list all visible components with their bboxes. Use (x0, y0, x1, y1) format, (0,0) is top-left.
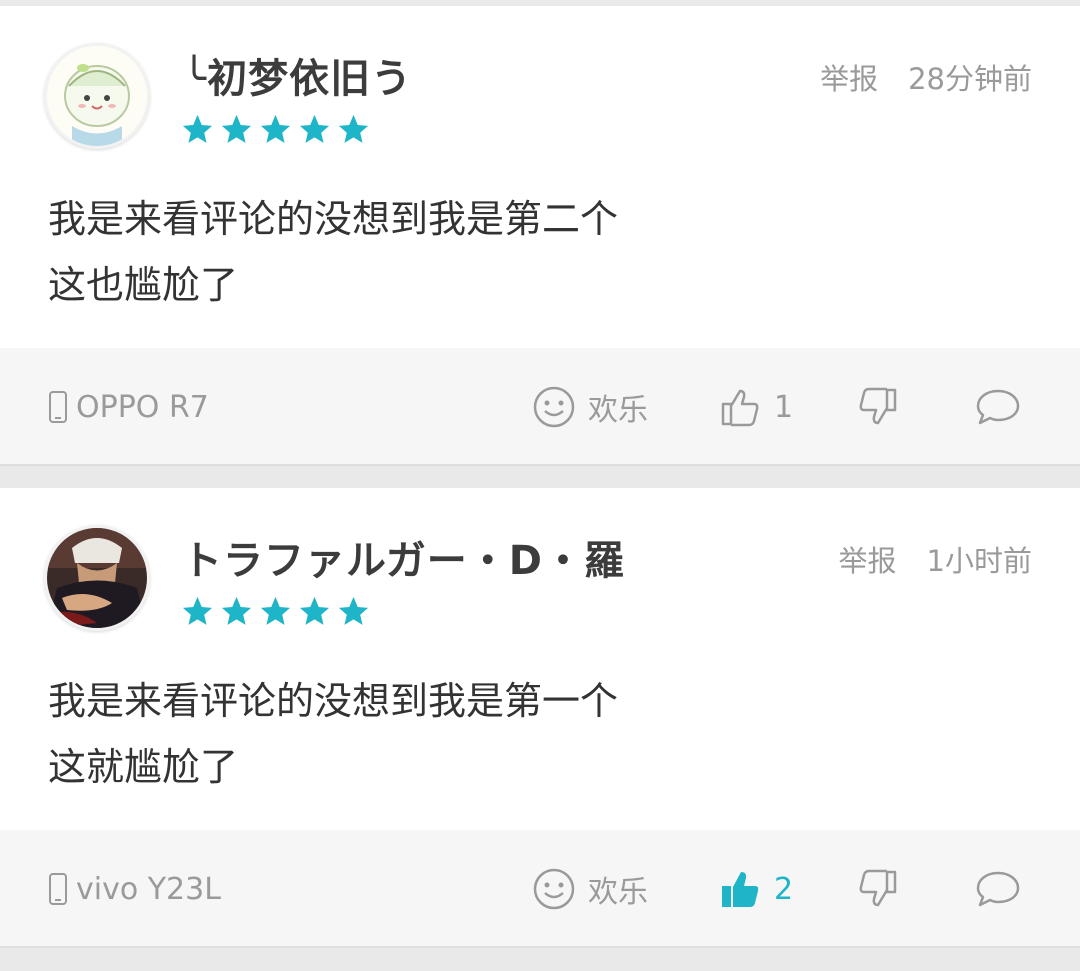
comment-line: 我是来看评论的没想到我是第一个 (48, 679, 619, 723)
username[interactable]: ╰初梦依旧う (182, 46, 412, 104)
comment-action-bar: vivo Y23L 欢乐 2 (0, 830, 1080, 948)
like-button[interactable]: 1 (718, 348, 793, 466)
comment-line: 这就尴尬了 (48, 745, 239, 789)
mood-tag[interactable]: 欢乐 (532, 348, 648, 466)
comment-timestamp: 28分钟前 (908, 62, 1032, 96)
cartoon-avatar-icon (47, 46, 147, 146)
comment-content: 我是来看评论的没想到我是第一个 这就尴尬了 (48, 668, 1008, 800)
device-name: OPPO R7 (76, 389, 209, 425)
thumbs-down-icon (859, 387, 897, 425)
report-button[interactable]: 举报 (820, 56, 878, 98)
thumbs-down-icon (859, 869, 897, 907)
mood-tag[interactable]: 欢乐 (532, 830, 648, 948)
star-icon (221, 596, 252, 625)
star-icon (338, 114, 369, 143)
reply-button[interactable] (975, 348, 1021, 466)
dislike-button[interactable] (856, 830, 900, 948)
phone-icon (49, 873, 67, 905)
speech-bubble-icon (976, 389, 1020, 425)
star-icon (260, 114, 291, 143)
mood-label: 欢乐 (588, 393, 648, 428)
like-button[interactable]: 2 (718, 830, 793, 948)
comment-card: トラファルガー・D・羅 举报 1小时前 我是来看评论的没想到我是第一个 这就尴尬… (0, 488, 1080, 948)
comment-card: ╰初梦依旧う 举报 28分钟前 我是来看评论的没想到我是第二个 这也尴尬了 OP… (0, 6, 1080, 466)
star-icon (182, 114, 213, 143)
star-icon (182, 596, 213, 625)
comment-timestamp: 1小时前 (926, 544, 1032, 578)
smiley-icon (533, 868, 575, 910)
anime-character-avatar-icon (47, 528, 147, 628)
star-icon (221, 114, 252, 143)
rating-stars (180, 112, 371, 147)
username[interactable]: トラファルガー・D・羅 (182, 528, 625, 586)
comment-line: 我是来看评论的没想到我是第二个 (48, 197, 619, 241)
user-avatar[interactable] (44, 525, 150, 631)
device-info: OPPO R7 (48, 348, 209, 466)
comment-meta: 举报 1小时前 (839, 538, 1032, 580)
smiley-icon (533, 386, 575, 428)
mood-label: 欢乐 (588, 875, 648, 910)
like-count: 1 (774, 389, 794, 425)
comment-action-bar: OPPO R7 欢乐 1 (0, 348, 1080, 466)
star-icon (338, 596, 369, 625)
dislike-button[interactable] (856, 348, 900, 466)
phone-icon (49, 391, 67, 423)
star-icon (260, 596, 291, 625)
device-info: vivo Y23L (48, 830, 221, 948)
speech-bubble-icon (976, 871, 1020, 907)
like-count: 2 (774, 871, 794, 907)
device-name: vivo Y23L (76, 871, 221, 907)
comment-meta: 举报 28分钟前 (820, 56, 1032, 98)
user-avatar[interactable] (44, 43, 150, 149)
reply-button[interactable] (975, 830, 1021, 948)
comment-feed: ╰初梦依旧う 举报 28分钟前 我是来看评论的没想到我是第二个 这也尴尬了 OP… (0, 0, 1080, 971)
thumbs-up-filled-icon (722, 872, 759, 907)
rating-stars (180, 594, 371, 629)
star-icon (299, 596, 330, 625)
comment-line: 这也尴尬了 (48, 263, 239, 307)
report-button[interactable]: 举报 (839, 538, 897, 580)
comment-content: 我是来看评论的没想到我是第二个 这也尴尬了 (48, 186, 1008, 318)
thumbs-up-icon (721, 389, 759, 427)
star-icon (299, 114, 330, 143)
